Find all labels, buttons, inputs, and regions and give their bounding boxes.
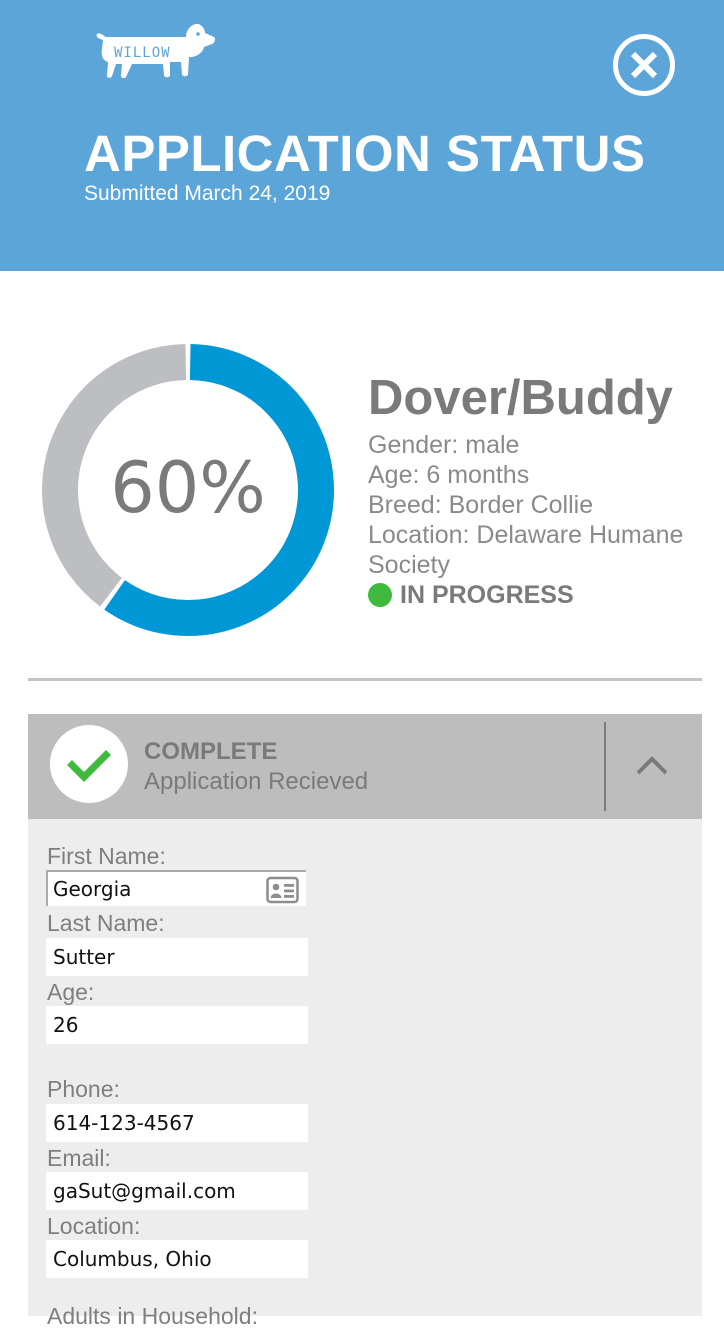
close-icon[interactable]	[612, 33, 676, 97]
checkmark-icon	[67, 750, 111, 782]
chevron-up-icon[interactable]	[624, 736, 680, 796]
age-label: Age:	[47, 979, 95, 1005]
contact-card-icon[interactable]	[266, 875, 300, 905]
app-header: WILLOW APPLICATION STATUS Submitted Marc…	[0, 0, 724, 271]
first-name-label: First Name:	[47, 843, 166, 869]
pet-info: Dover/Buddy Gender: male Age: 6 months B…	[368, 370, 718, 610]
section-divider	[28, 678, 702, 681]
logo-text: WILLOW	[114, 45, 171, 61]
email-label: Email:	[47, 1145, 111, 1171]
location-field[interactable]	[46, 1240, 308, 1278]
step-separator	[604, 722, 606, 811]
willow-dog-logo: WILLOW	[96, 23, 216, 79]
location-label: Location:	[47, 1213, 141, 1239]
step-header[interactable]: COMPLETE Application Recieved	[28, 714, 702, 819]
status-dot-icon	[368, 583, 392, 607]
status-text: IN PROGRESS	[400, 581, 574, 609]
step-check-badge	[50, 725, 128, 803]
applicant-form: First Name: Last Name: Age: Phone: Email…	[28, 819, 702, 1329]
last-name-field[interactable]	[46, 938, 308, 976]
age-field[interactable]	[46, 1006, 308, 1044]
progress-percent: 60%	[110, 447, 266, 529]
page-title: APPLICATION STATUS	[84, 125, 646, 182]
progress-donut: 60%	[42, 344, 334, 636]
email-field[interactable]	[46, 1172, 308, 1210]
pet-name: Dover/Buddy	[368, 371, 673, 425]
pet-gender: Gender: male	[368, 431, 520, 459]
phone-field[interactable]	[46, 1104, 308, 1142]
pet-breed: Breed: Border Collie	[368, 491, 594, 519]
step-status: COMPLETE	[144, 738, 278, 765]
step-description: Application Recieved	[144, 768, 369, 795]
submitted-date: Submitted March 24, 2019	[84, 182, 331, 205]
last-name-label: Last Name:	[47, 910, 165, 936]
pet-location: Location: Delaware Humane Society	[368, 521, 684, 579]
adults-household-label: Adults in Household:	[47, 1303, 258, 1329]
phone-label: Phone:	[47, 1076, 120, 1102]
application-status: IN PROGRESS	[368, 580, 718, 610]
pet-age: Age: 6 months	[368, 461, 530, 489]
